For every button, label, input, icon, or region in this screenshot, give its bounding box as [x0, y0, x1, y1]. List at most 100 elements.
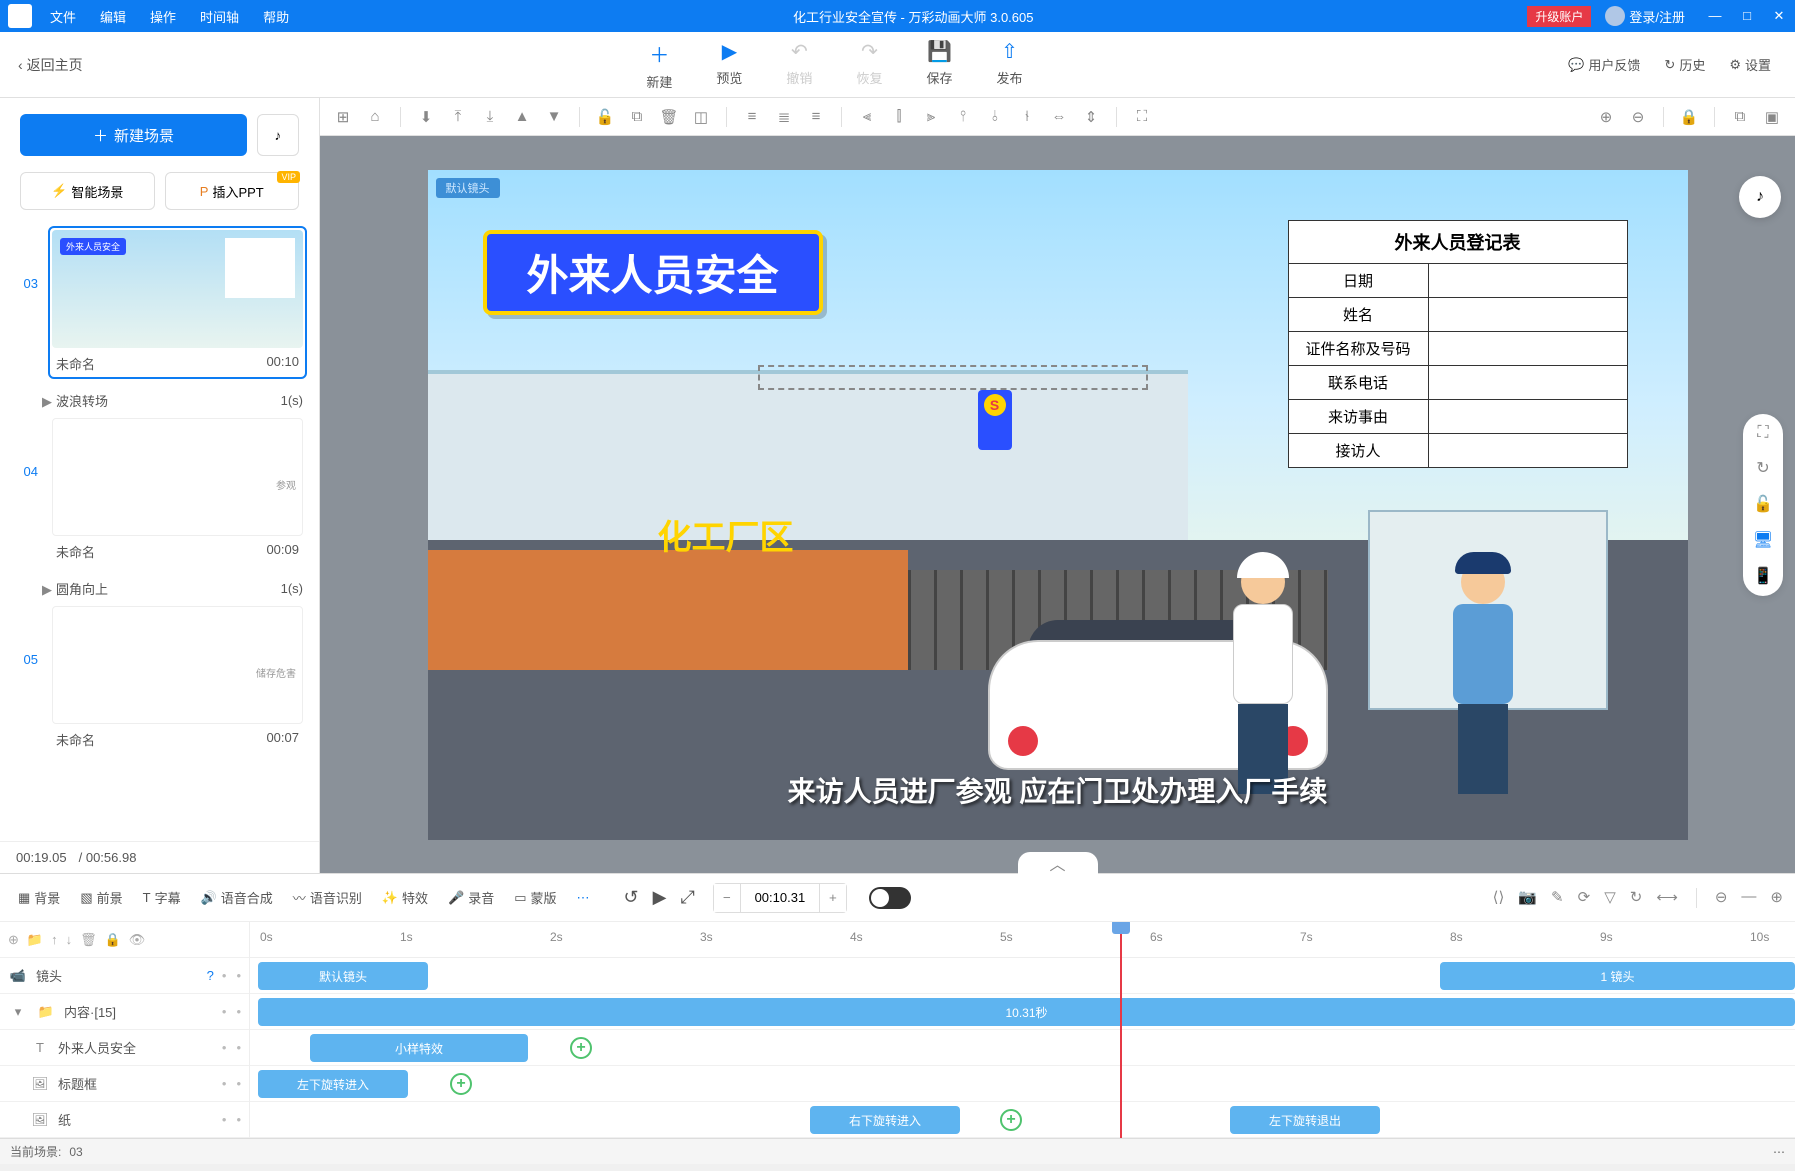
more-tool[interactable]: ⋯ [571, 886, 596, 910]
align-bottom-icon[interactable]: ⤓ [477, 104, 503, 130]
transition-row[interactable]: ▶波浪转场1(s) [12, 387, 307, 414]
background-tool[interactable]: ▦背景 [12, 884, 66, 911]
filter-icon[interactable]: ▽ [1604, 888, 1616, 908]
clip-default-camera[interactable]: 默认镜头 [258, 962, 428, 990]
login-register-button[interactable]: 登录/注册 [1599, 6, 1691, 26]
play-button[interactable]: ▶ [653, 887, 667, 908]
distribute-v-icon[interactable]: ⇕ [1078, 104, 1104, 130]
align-v-center-icon[interactable]: ⫿ [886, 104, 912, 130]
camera-icon[interactable]: 📷 [1518, 888, 1537, 908]
menu-timeline[interactable]: 时间轴 [190, 3, 249, 30]
preview-button[interactable]: ▶预览 [716, 39, 742, 91]
duplicate-icon[interactable]: ⧉ [1727, 104, 1753, 130]
align-top-icon[interactable]: ⤒ [445, 104, 471, 130]
settings-button[interactable]: ⚙设置 [1729, 55, 1771, 74]
align-h-bottom-icon[interactable]: ⫮ [1014, 104, 1040, 130]
menu-file[interactable]: 文件 [40, 3, 86, 30]
lock-icon[interactable]: 🔓 [592, 104, 618, 130]
scene-thumbnail[interactable]: 外来人员安全 [52, 230, 303, 348]
track-text[interactable]: 小样特效 + [250, 1030, 1795, 1066]
playhead[interactable] [1120, 922, 1122, 1138]
transition-row[interactable]: ▶圆角向上1(s) [12, 575, 307, 602]
lock-all-icon[interactable]: 🔒 [105, 932, 121, 948]
lock-canvas-icon[interactable]: 🔒 [1676, 104, 1702, 130]
time-decrease-button[interactable]: − [714, 884, 740, 912]
fx-tool[interactable]: ✨特效 [376, 884, 434, 911]
copy-icon[interactable]: ⧉ [624, 104, 650, 130]
align-left-icon[interactable]: ≡ [739, 104, 765, 130]
layer-camera[interactable]: 📹 镜头 ? •• [0, 958, 249, 994]
selection-handles[interactable] [758, 365, 1148, 390]
layer-titlebox[interactable]: 🖼 标题框 •• [0, 1066, 249, 1102]
layer-paper[interactable]: 🖼 纸 •• [0, 1102, 249, 1138]
layer-content[interactable]: ▾ 📁 内容·[15] •• [0, 994, 249, 1030]
layer-dot[interactable]: • [236, 1112, 241, 1127]
align-v-right-icon[interactable]: ⫸ [918, 104, 944, 130]
align-h-middle-icon[interactable]: ⫰ [982, 104, 1008, 130]
layer-dot[interactable]: • [236, 1076, 241, 1091]
scene-thumbnail[interactable]: 储存危害 [52, 606, 303, 724]
more-icon[interactable]: ⋯ [1773, 1145, 1785, 1159]
timeline-ruler[interactable]: 0s 1s 2s 3s 4s 5s 6s 7s 8s 9s 10s [250, 922, 1795, 958]
folder-icon[interactable]: 📁 [27, 932, 43, 948]
record-tool[interactable]: 🎤录音 [442, 884, 500, 911]
layer-dot[interactable]: • [222, 1076, 227, 1091]
bring-front-icon[interactable]: ▲ [509, 104, 535, 130]
unlock-icon[interactable]: 🔓 [1753, 494, 1773, 514]
ruler-icon[interactable]: ⊞ [330, 104, 356, 130]
layers-icon[interactable]: ▣ [1759, 104, 1785, 130]
add-keyframe-button[interactable]: + [570, 1037, 592, 1059]
up-icon[interactable]: ↑ [51, 932, 58, 948]
visibility-icon[interactable]: 👁 [129, 932, 146, 948]
layer-dot[interactable]: • [222, 968, 227, 983]
align-h-top-icon[interactable]: ⫯ [950, 104, 976, 130]
asr-tool[interactable]: 〰语音识别 [287, 884, 368, 911]
time-increase-button[interactable]: + [820, 884, 846, 912]
layer-dot[interactable]: • [222, 1004, 227, 1019]
download-icon[interactable]: ⬇ [413, 104, 439, 130]
desktop-view-icon[interactable]: 🖥 [1753, 530, 1773, 550]
registration-form-element[interactable]: 外来人员登记表 日期 姓名 证件名称及号码 联系电话 来访事由 接访人 [1288, 220, 1628, 468]
clip-camera-1[interactable]: 1 镜头 [1440, 962, 1795, 990]
undo-button[interactable]: ↶撤销 [786, 39, 812, 91]
add-keyframe-button[interactable]: + [450, 1073, 472, 1095]
layer-dot[interactable]: • [236, 968, 241, 983]
tts-tool[interactable]: 🔊语音合成 [195, 884, 279, 911]
layer-dot[interactable]: • [236, 1040, 241, 1055]
window-close-button[interactable]: ✕ [1763, 8, 1795, 24]
track-camera[interactable]: 默认镜头 1 镜头 [250, 958, 1795, 994]
help-icon[interactable]: ? [207, 968, 214, 983]
zoom-out-timeline-icon[interactable]: ⊖ [1715, 888, 1728, 908]
back-home-button[interactable]: ‹ 返回主页 [0, 55, 101, 75]
clip-paper-out[interactable]: 左下旋转退出 [1230, 1106, 1380, 1134]
canvas-music-button[interactable]: ♪ [1739, 176, 1781, 218]
zoom-in-timeline-icon[interactable]: ⊕ [1770, 888, 1783, 908]
track-titlebox[interactable]: 左下旋转进入 + [250, 1066, 1795, 1102]
scene-item[interactable]: 04 参观 未命名00:09 [12, 414, 307, 567]
zoom-in-icon[interactable]: ⊕ [1593, 104, 1619, 130]
refresh-icon[interactable]: ⟳ [1578, 888, 1591, 908]
expand-timeline-button[interactable]: ︿ [1018, 852, 1098, 874]
expand-play-button[interactable]: ⤢ [680, 887, 694, 908]
clip-content[interactable]: 10.31秒 [258, 998, 1795, 1026]
timeline-tracks[interactable]: V 0s 1s 2s 3s 4s 5s 6s 7s 8s 9s 10s 默认镜头… [250, 922, 1795, 1138]
autoplay-toggle[interactable] [869, 887, 911, 909]
rotate-icon[interactable]: ↻ [1756, 458, 1769, 478]
smart-scene-button[interactable]: ⚡智能场景 [20, 172, 155, 210]
window-minimize-button[interactable]: — [1699, 8, 1731, 24]
upgrade-account-button[interactable]: 升级账户 [1527, 6, 1591, 27]
new-button[interactable]: ＋新建 [646, 39, 672, 91]
menu-action[interactable]: 操作 [140, 3, 186, 30]
trash-icon[interactable]: 🗑 [80, 932, 97, 948]
align-v-left-icon[interactable]: ⫷ [854, 104, 880, 130]
track-content[interactable]: 10.31秒 [250, 994, 1795, 1030]
redo-button[interactable]: ↷恢复 [856, 39, 882, 91]
clip-paper-in[interactable]: 右下旋转进入 [810, 1106, 960, 1134]
mask-tool[interactable]: ▭蒙版 [508, 884, 562, 911]
delete-icon[interactable]: 🗑 [656, 104, 682, 130]
layer-text[interactable]: T 外来人员安全 •• [0, 1030, 249, 1066]
zoom-out-icon[interactable]: ⊖ [1625, 104, 1651, 130]
add-keyframe-button[interactable]: + [1000, 1109, 1022, 1131]
clip-text-fx[interactable]: 小样特效 [310, 1034, 528, 1062]
bracket-in-icon[interactable]: ⟨⟩ [1493, 888, 1505, 908]
